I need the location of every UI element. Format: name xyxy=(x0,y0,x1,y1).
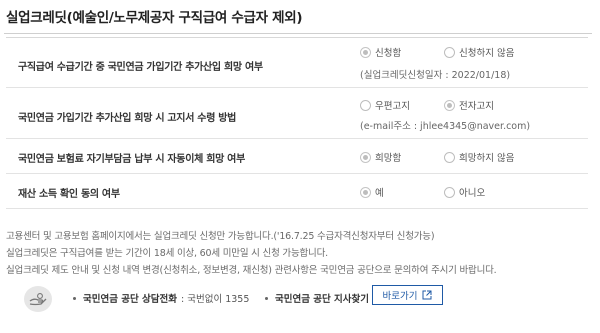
email-address: (e-mail주소 : jhlee4345@naver.com) xyxy=(360,121,531,132)
contact-phone: 국민연금 공단 상담전화 : 국번없이 1355 xyxy=(73,291,249,305)
radio-option[interactable]: 희망함 xyxy=(360,150,401,164)
notice-line: 실업크레딧은 구직급여를 받는 기간이 18세 이상, 60세 미만일 시 신청… xyxy=(6,248,328,259)
go-button[interactable]: 바로가기 xyxy=(372,285,443,305)
title-divider xyxy=(4,33,592,34)
radio-option[interactable]: 예 xyxy=(360,185,384,199)
application-date: (실업크레딧신청일자 : 2022/01/18) xyxy=(360,70,511,81)
hand-coin-icon xyxy=(24,286,52,312)
radio-label: 신청함 xyxy=(375,48,402,59)
table-row: 국민연금 가입기간 추가산입 희망 시 고지서 수령 방법 우편고지 전자고지 … xyxy=(6,88,588,139)
row-question: 국민연금 가입기간 추가산입 희망 시 고지서 수령 방법 xyxy=(18,113,237,124)
row-question: 재산 소득 확인 동의 여부 xyxy=(18,189,120,200)
external-link-icon xyxy=(422,290,432,300)
contact-footer: 국민연금 공단 상담전화 : 국번없이 1355 국민연금 공단 지사찾기 바로… xyxy=(0,283,600,315)
radio-option[interactable]: 희망하지 않음 xyxy=(444,150,514,164)
radio-option[interactable]: 아니오 xyxy=(444,185,485,199)
contact-number: : 국번없이 1355 xyxy=(181,294,250,305)
page-title: 실업크레딧(예술인/노무제공자 구직급여 수급자 제외) xyxy=(6,10,303,26)
radio-label: 신청하지 않음 xyxy=(459,48,515,59)
radio-label: 희망하지 않음 xyxy=(459,153,515,164)
branch-label: 국민연금 공단 지사찾기 xyxy=(275,294,370,305)
radio-button[interactable] xyxy=(360,99,371,111)
radio-button[interactable] xyxy=(444,186,455,198)
bullet-icon xyxy=(73,296,76,300)
radio-button[interactable] xyxy=(360,151,371,163)
notice-line: 실업크레딧 제도 안내 및 신청 내역 변경(신청취소, 정보변경, 재신청) … xyxy=(6,265,497,276)
table-row: 구직급여 수급기간 중 국민연금 가입기간 추가산입 희망 여부 신청함 신청하… xyxy=(6,38,588,88)
go-button-label: 바로가기 xyxy=(382,291,418,302)
radio-option[interactable]: 전자고지 xyxy=(444,98,494,112)
radio-button[interactable] xyxy=(444,46,455,58)
contact-label: 국민연금 공단 상담전화 xyxy=(83,294,178,305)
row-question: 국민연금 보험료 자기부담금 납부 시 자동이체 희망 여부 xyxy=(18,154,245,165)
radio-label: 희망함 xyxy=(375,153,402,164)
radio-option[interactable]: 신청하지 않음 xyxy=(444,45,514,59)
radio-button[interactable] xyxy=(444,151,455,163)
notice-line: 고용센터 및 고용보험 홈페이지에서는 실업크레딧 신청만 가능합니다.('16… xyxy=(6,231,435,242)
radio-option[interactable]: 신청함 xyxy=(360,45,401,59)
table-row: 국민연금 보험료 자기부담금 납부 시 자동이체 희망 여부 희망함 희망하지 … xyxy=(6,139,588,174)
radio-label: 예 xyxy=(375,188,384,199)
notice-text: 고용센터 및 고용보험 홈페이지에서는 실업크레딧 신청만 가능합니다.('16… xyxy=(6,228,497,279)
radio-button[interactable] xyxy=(444,99,455,111)
bullet-icon xyxy=(265,296,268,300)
row-question: 구직급여 수급기간 중 국민연금 가입기간 추가산입 희망 여부 xyxy=(18,62,263,73)
radio-label: 아니오 xyxy=(459,188,486,199)
settings-table: 구직급여 수급기간 중 국민연금 가입기간 추가산입 희망 여부 신청함 신청하… xyxy=(6,37,588,209)
radio-label: 전자고지 xyxy=(459,101,494,112)
radio-option[interactable]: 우편고지 xyxy=(360,98,410,112)
radio-label: 우편고지 xyxy=(375,101,410,112)
table-row: 재산 소득 확인 동의 여부 예 아니오 xyxy=(6,174,588,209)
radio-button[interactable] xyxy=(360,186,371,198)
branch-finder: 국민연금 공단 지사찾기 xyxy=(265,291,373,305)
radio-button[interactable] xyxy=(360,46,371,58)
